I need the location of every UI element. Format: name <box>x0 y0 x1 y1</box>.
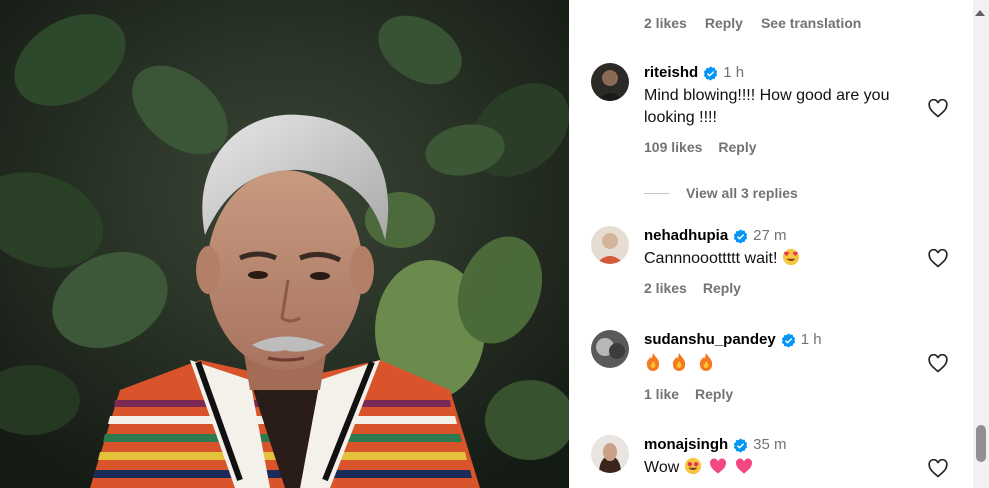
fire-emoji <box>673 353 686 371</box>
comment-time: 35 m <box>753 436 787 453</box>
avatar[interactable] <box>591 226 629 264</box>
verified-badge-icon <box>781 332 795 348</box>
comment-username[interactable]: riteishd <box>644 63 698 83</box>
comment-time: 1 h <box>723 64 745 81</box>
comment-time: 1 h <box>800 331 822 348</box>
scroll-up-arrow-icon[interactable] <box>975 10 985 16</box>
previous-comment-actions: 2 likes Reply See translation <box>644 15 861 31</box>
heart-outline-icon[interactable] <box>928 459 948 478</box>
comment-likes[interactable]: 2 likes <box>644 280 687 296</box>
verified-badge-icon <box>734 228 748 244</box>
avatar[interactable] <box>591 330 629 368</box>
reply-button[interactable]: Reply <box>695 386 733 402</box>
comment-username[interactable]: sudanshu_pandey <box>644 330 776 350</box>
reply-button[interactable]: Reply <box>718 139 756 155</box>
comments-panel: 2 likes Reply See translation riteishd 1… <box>569 0 989 488</box>
replies-divider <box>644 192 670 194</box>
comment-username[interactable]: nehadhupia <box>644 226 728 246</box>
fire-emoji <box>646 353 660 371</box>
verified-badge-icon <box>704 65 718 81</box>
reply-button[interactable]: Reply <box>705 15 743 31</box>
fire-emoji <box>699 353 713 371</box>
scrollbar[interactable] <box>973 0 989 488</box>
post-image <box>0 0 569 488</box>
likes-count[interactable]: 2 likes <box>644 15 687 31</box>
comment-text: Cannnooottttt wait! <box>644 250 778 267</box>
comment-text-row: Cannnooottttt wait! <box>644 248 944 270</box>
heart-outline-icon[interactable] <box>928 249 948 268</box>
comment-text: Wow <box>644 459 680 476</box>
comment-username[interactable]: monajsingh <box>644 435 728 455</box>
heart-outline-icon[interactable] <box>928 354 948 373</box>
heart-eyes-emoji <box>684 457 701 475</box>
scrollbar-thumb[interactable] <box>976 425 986 462</box>
comment-text-row <box>644 352 944 376</box>
comment-time: 27 m <box>753 227 787 244</box>
heart-outline-icon[interactable] <box>928 99 948 118</box>
comment-text: Mind blowing!!!! How good are you lookin… <box>644 87 890 126</box>
pink-heart-emoji <box>710 458 727 474</box>
reply-button[interactable]: Reply <box>703 280 741 296</box>
comment-text-row: Wow <box>644 457 944 479</box>
heart-eyes-emoji <box>782 248 799 266</box>
view-replies-button[interactable]: View all 3 replies <box>644 185 798 201</box>
verified-badge-icon <box>734 437 748 453</box>
comment-likes[interactable]: 1 like <box>644 386 679 402</box>
avatar[interactable] <box>591 435 629 473</box>
pink-heart-emoji <box>735 458 752 474</box>
see-translation-link[interactable]: See translation <box>761 15 861 31</box>
comment-likes[interactable]: 109 likes <box>644 139 702 155</box>
view-replies-label: View all 3 replies <box>686 185 798 201</box>
avatar[interactable] <box>591 63 629 101</box>
